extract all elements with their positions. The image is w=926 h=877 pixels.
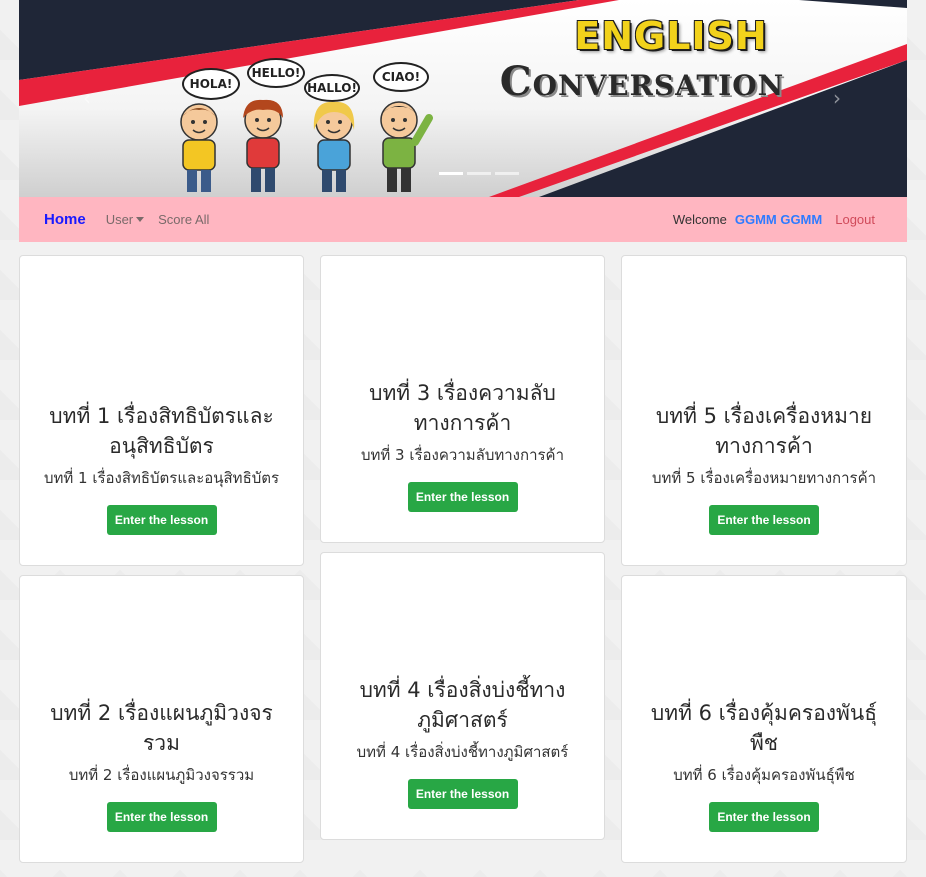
hero-banner: ‹ › ENGLISH Conversation HOLA! HELLO! HA…	[19, 0, 907, 197]
nav-user-area: Welcome GGMM GGMM Logout	[673, 212, 875, 227]
lesson-subtitle: บทที่ 3 เรื่องความลับทางการค้า	[360, 446, 565, 464]
nav-score-all-link[interactable]: Score All	[158, 212, 209, 227]
lesson-title: บทที่ 5 เรื่องเครื่องหมายทางการค้า	[655, 404, 873, 458]
banner-title-conversation: Conversation	[499, 58, 785, 105]
lesson-title: บทที่ 3 เรื่องความลับทางการค้า	[369, 381, 556, 435]
lesson-title: บทที่ 4 เรื่องสิ่งบ่งชี้ทางภูมิศาสตร์	[359, 678, 566, 732]
lesson-title: บทที่ 6 เรื่องคุ้มครองพันธุ์พืช	[650, 701, 878, 755]
enter-lesson-button[interactable]: Enter the lesson	[709, 505, 819, 535]
enter-lesson-button[interactable]: Enter the lesson	[407, 779, 518, 809]
welcome-text: Welcome	[672, 212, 727, 227]
banner-title-english: ENGLISH	[574, 14, 768, 58]
lesson-title: บทที่ 1 เรื่องสิทธิบัตรและอนุสิทธิบัตร	[49, 404, 274, 458]
lesson-subtitle: บทที่ 5 เรื่องเครื่องหมายทางการค้า	[651, 469, 877, 487]
lesson-card-1: บทที่ 1 เรื่องสิทธิบัตรและอนุสิทธิบัตร บ…	[19, 255, 304, 566]
logout-link[interactable]: Logout	[835, 212, 875, 227]
greeting-bubble-ciao: CIAO!	[373, 62, 429, 92]
enter-lesson-button[interactable]: Enter the lesson	[106, 802, 217, 832]
carousel-prev-icon[interactable]: ‹	[77, 86, 97, 110]
nav-user-dropdown[interactable]: User	[106, 212, 144, 227]
lesson-title: บทที่ 2 เรื่องแผนภูมิวงจรรวม	[50, 701, 273, 755]
carousel-indicator-1[interactable]	[439, 172, 463, 175]
enter-lesson-button[interactable]: Enter the lesson	[709, 802, 819, 832]
greeting-bubble-hallo: HALLO!	[304, 74, 360, 102]
nav-home-link[interactable]: Home	[44, 211, 86, 228]
carousel-indicator-3[interactable]	[495, 172, 519, 175]
lesson-subtitle: บทที่ 6 เรื่องคุ้มครองพันธุ์พืช	[673, 766, 855, 784]
lesson-card-3: บทที่ 3 เรื่องความลับทางการค้า บทที่ 3 เ…	[320, 255, 605, 543]
carousel-indicators	[439, 172, 519, 175]
kid-1-illustration	[180, 103, 218, 192]
lesson-card-2: บทที่ 2 เรื่องแผนภูมิวงจรรวม บทที่ 2 เรื…	[19, 575, 304, 863]
carousel-next-icon[interactable]: ›	[827, 86, 847, 110]
lesson-subtitle: บทที่ 2 เรื่องแผนภูมิวงจรรวม	[68, 766, 255, 784]
lesson-card-4: บทที่ 4 เรื่องสิ่งบ่งชี้ทางภูมิศาสตร์ บท…	[320, 552, 605, 840]
username-link[interactable]: GGMM GGMM	[735, 212, 822, 227]
lesson-card-5: บทที่ 5 เรื่องเครื่องหมายทางการค้า บทที่…	[621, 255, 907, 566]
top-navbar: Home User Score All Welcome GGMM GGMM Lo…	[19, 197, 907, 242]
lesson-subtitle: บทที่ 1 เรื่องสิทธิบัตรและอนุสิทธิบัตร	[43, 469, 280, 487]
kid-2-illustration	[243, 99, 283, 192]
enter-lesson-button[interactable]: Enter the lesson	[407, 482, 518, 512]
kid-4-illustration	[380, 101, 433, 192]
enter-lesson-button[interactable]: Enter the lesson	[106, 505, 217, 535]
greeting-bubble-hello: HELLO!	[247, 58, 305, 88]
lesson-card-6: บทที่ 6 เรื่องคุ้มครองพันธุ์พืช บทที่ 6 …	[621, 575, 907, 863]
carousel-indicator-2[interactable]	[467, 172, 491, 175]
lesson-subtitle: บทที่ 4 เรื่องสิ่งบ่งชี้ทางภูมิศาสตร์	[356, 743, 569, 761]
kid-3-illustration	[313, 101, 355, 192]
greeting-bubble-hola: HOLA!	[182, 68, 240, 100]
